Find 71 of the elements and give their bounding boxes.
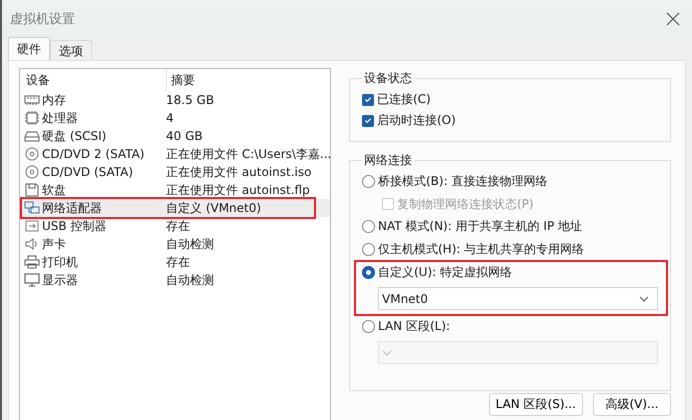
monitor-icon (24, 273, 40, 287)
device-row[interactable]: 软盘 正在使用文件 autoinst.flp (20, 181, 330, 199)
device-name: 网络适配器 (42, 200, 102, 216)
device-row[interactable]: 内存 18.5 GB (20, 91, 330, 109)
checkbox-label: 复制物理网络连接状态(P) (397, 196, 534, 212)
device-row[interactable]: 打印机 存在 (20, 253, 330, 271)
window-title: 虚拟机设置 (10, 11, 75, 28)
dialog-button[interactable]: LAN 区段(S)... (488, 393, 583, 416)
checkbox[interactable] (362, 94, 374, 106)
device-name: USB 控制器 (42, 218, 106, 234)
printer-icon (24, 255, 40, 269)
device-row[interactable]: 显示器 自动检测 (20, 271, 330, 289)
device-row[interactable]: 声卡 自动检测 (20, 235, 330, 253)
device-name: CD/DVD 2 (SATA) (42, 147, 144, 161)
radio-button[interactable] (362, 220, 375, 233)
caret-icon (639, 296, 649, 302)
disc-icon (24, 147, 40, 161)
close-icon[interactable] (666, 12, 680, 26)
group-title: 设备状态 (363, 70, 413, 87)
tab[interactable]: 选项 (50, 40, 92, 60)
device-name: 处理器 (42, 110, 78, 126)
checkbox[interactable] (362, 114, 374, 126)
radio-label: NAT 模式(N): 用于共享主机的 IP 地址 (378, 218, 582, 235)
device-summary: 自动检测 (166, 272, 214, 288)
device-row[interactable]: CD/DVD 2 (SATA) 正在使用文件 C:\Users\李嘉... (20, 145, 330, 163)
disk-drive-icon (24, 129, 40, 143)
radio-label: 自定义(U): 特定虚拟网络 (378, 264, 512, 281)
checkbox-label: 已连接(C) (377, 91, 431, 108)
device-summary: 正在使用文件 autoinst.iso (166, 164, 312, 180)
radio-button[interactable] (362, 266, 375, 279)
device-row[interactable]: 处理器 4 (20, 109, 330, 127)
radio-button[interactable] (362, 175, 375, 188)
device-summary: 4 (166, 111, 174, 125)
column-header[interactable]: 设备 (20, 72, 166, 88)
radio-label: LAN 区段(L): (378, 318, 450, 335)
device-row[interactable]: 网络适配器 自定义 (VMnet0) (20, 199, 330, 217)
dropdown[interactable]: VMnet0 (378, 287, 658, 310)
disc-icon (24, 165, 40, 179)
device-name: 显示器 (42, 272, 78, 288)
device-summary: 正在使用文件 C:\Users\李嘉... (166, 146, 332, 162)
radio-button[interactable] (362, 320, 375, 333)
floppy-icon (24, 183, 40, 197)
device-row[interactable]: CD/DVD (SATA) 正在使用文件 autoinst.iso (20, 163, 330, 181)
chip-icon (24, 111, 40, 125)
device-summary: 自定义 (VMnet0) (166, 200, 262, 216)
device-name: CD/DVD (SATA) (42, 165, 134, 179)
device-name: 打印机 (42, 254, 78, 270)
network-icon (24, 201, 40, 215)
memory-icon (24, 93, 40, 107)
dialog-button[interactable]: 高级(V)... (593, 393, 671, 416)
column-header[interactable]: 摘要 (166, 69, 330, 91)
device-row[interactable]: USB 控制器 存在 (20, 217, 330, 235)
device-name: 内存 (42, 92, 66, 108)
device-summary: 18.5 GB (166, 93, 214, 107)
group-title: 网络连接 (363, 152, 413, 169)
device-summary: 40 GB (166, 129, 203, 143)
radio-button[interactable] (362, 243, 375, 256)
checkbox-label: 启动时连接(O) (377, 112, 456, 129)
radio-label: 桥接模式(B): 直接连接物理网络 (378, 173, 548, 190)
device-name: 硬盘 (SCSI) (42, 128, 106, 144)
device-name: 声卡 (42, 236, 66, 252)
device-row[interactable]: 硬盘 (SCSI) 40 GB (20, 127, 330, 145)
usb-icon (24, 219, 40, 233)
device-summary: 自动检测 (166, 236, 214, 252)
caret-icon (382, 350, 392, 356)
device-name: 软盘 (42, 182, 66, 198)
radio-label: 仅主机模式(H): 与主机共享的专用网络 (378, 241, 584, 258)
device-summary: 正在使用文件 autoinst.flp (166, 182, 310, 198)
device-summary: 存在 (166, 254, 190, 270)
tab[interactable]: 硬件 (8, 37, 50, 60)
device-summary: 存在 (166, 218, 190, 234)
